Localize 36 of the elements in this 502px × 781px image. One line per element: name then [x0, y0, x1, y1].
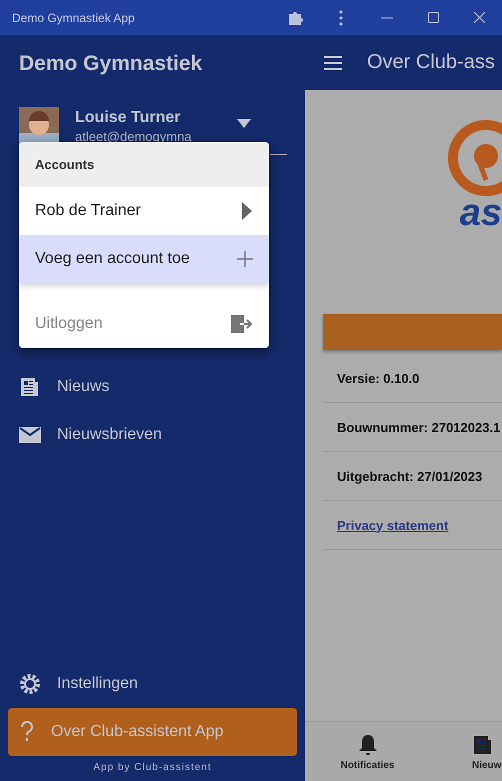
more-icon[interactable]	[339, 10, 343, 26]
info-text: Versie: 0.10.0	[337, 370, 420, 386]
info-text: Bouwnummer: 27012023.1	[337, 420, 500, 434]
profile-name: Louise Turner	[75, 109, 182, 127]
drawer-item[interactable]: Nieuwsbrieven	[0, 411, 305, 459]
profile-email: atleet@demogymna	[75, 129, 193, 144]
drawer-title: Demo Gymnastiek	[18, 51, 204, 77]
logout-icon	[231, 315, 253, 333]
envelope-icon	[19, 426, 41, 444]
menu-item[interactable]: Rob de Trainer	[19, 187, 269, 235]
menu-header: Accounts	[19, 142, 269, 187]
dropdown-caret-icon[interactable]	[237, 119, 251, 128]
logo-text: as	[460, 192, 502, 235]
settings-icon	[19, 673, 41, 695]
bell-icon	[358, 734, 378, 756]
play-icon	[241, 202, 253, 220]
page-title: Over Club-ass	[367, 51, 495, 74]
puzzle-icon[interactable]	[287, 10, 303, 26]
menu-icon[interactable]	[324, 56, 342, 70]
plus-icon	[237, 251, 253, 267]
bottom-tab[interactable]: Nieuw	[472, 722, 502, 781]
close-icon[interactable]	[474, 12, 484, 23]
info-text: Uitgebracht: 27/01/2023	[337, 468, 482, 484]
newspaper-icon	[472, 734, 494, 756]
bottom-tab[interactable]: Notificaties	[305, 722, 430, 781]
drawer-item[interactable]: Instellingen	[0, 660, 305, 708]
minimize-icon[interactable]	[381, 16, 393, 18]
maximize-icon[interactable]	[428, 12, 438, 23]
newspaper-icon	[19, 376, 41, 398]
logo-ring-icon	[446, 118, 502, 198]
question-icon	[19, 721, 35, 743]
footer-text: App by Club-assistent	[92, 761, 213, 775]
menu-item[interactable]: Voeg een account toe	[19, 235, 269, 283]
privacy-link[interactable]: Privacy statement	[337, 518, 448, 532]
window-title: Demo Gymnastiek App	[12, 10, 136, 24]
drawer-item[interactable]: Nieuws	[0, 363, 305, 411]
